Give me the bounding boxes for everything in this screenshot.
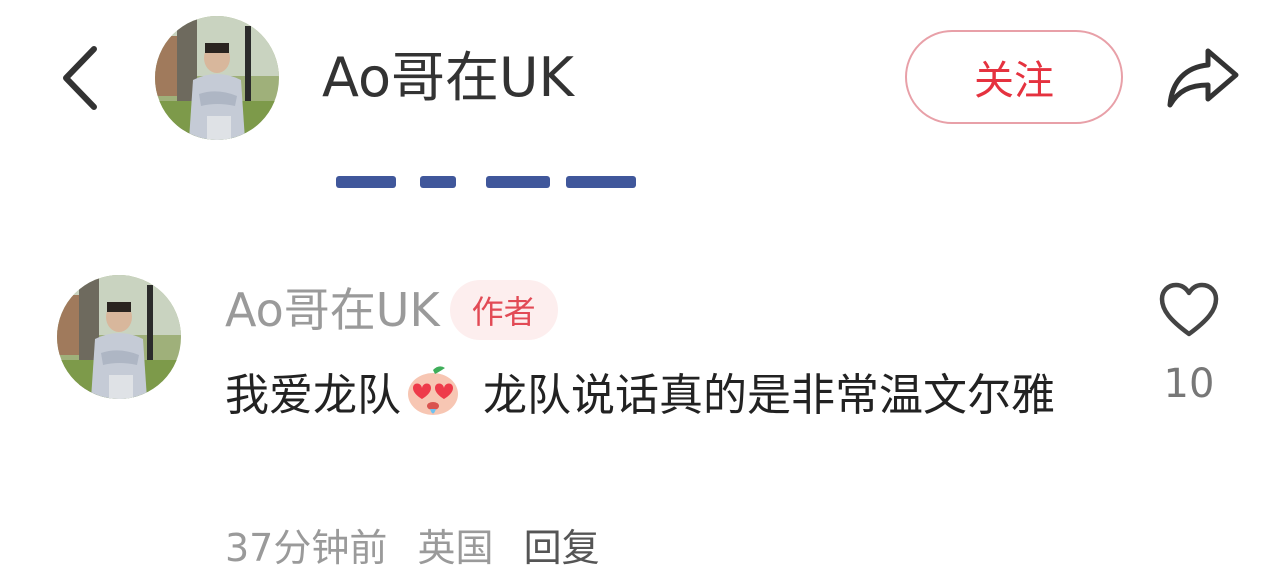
- comment-location: 英国: [417, 526, 494, 570]
- top-bar: Ao哥在UK 关注: [0, 0, 1280, 160]
- reply-button[interactable]: 回复: [524, 526, 600, 570]
- like-button[interactable]: [1155, 280, 1223, 340]
- like-count: 10: [1163, 361, 1215, 407]
- author-avatar[interactable]: [155, 16, 279, 140]
- author-badge: 作者: [449, 280, 558, 340]
- comment-meta: 37分钟前 英国 回复: [225, 522, 618, 574]
- heart-eyes-emoji-icon: [408, 366, 458, 415]
- comment-header: Ao哥在UK 作者: [225, 278, 558, 342]
- avatar-photo: [155, 16, 279, 140]
- comment-text-part-2: 龙队说话真的是非常温文尔雅: [469, 370, 1055, 421]
- back-button[interactable]: [50, 40, 110, 116]
- scrolled-content-fragment: [330, 176, 640, 194]
- follow-button[interactable]: 关注: [905, 30, 1123, 124]
- share-button[interactable]: [1160, 38, 1246, 118]
- share-arrow-icon: [1167, 48, 1239, 108]
- comment-text-part-1: 我爱龙队: [225, 370, 401, 421]
- author-name[interactable]: Ao哥在UK: [322, 44, 574, 112]
- chevron-left-icon: [63, 46, 97, 110]
- avatar-photo: [57, 275, 181, 399]
- commenter-avatar[interactable]: [57, 275, 181, 399]
- comment-time: 37分钟前: [225, 526, 388, 570]
- heart-outline-icon: [1159, 282, 1219, 337]
- comment-text[interactable]: 我爱龙队 龙队说话真的是非常温文尔雅: [225, 358, 1105, 434]
- comment-author-name[interactable]: Ao哥在UK: [225, 280, 440, 340]
